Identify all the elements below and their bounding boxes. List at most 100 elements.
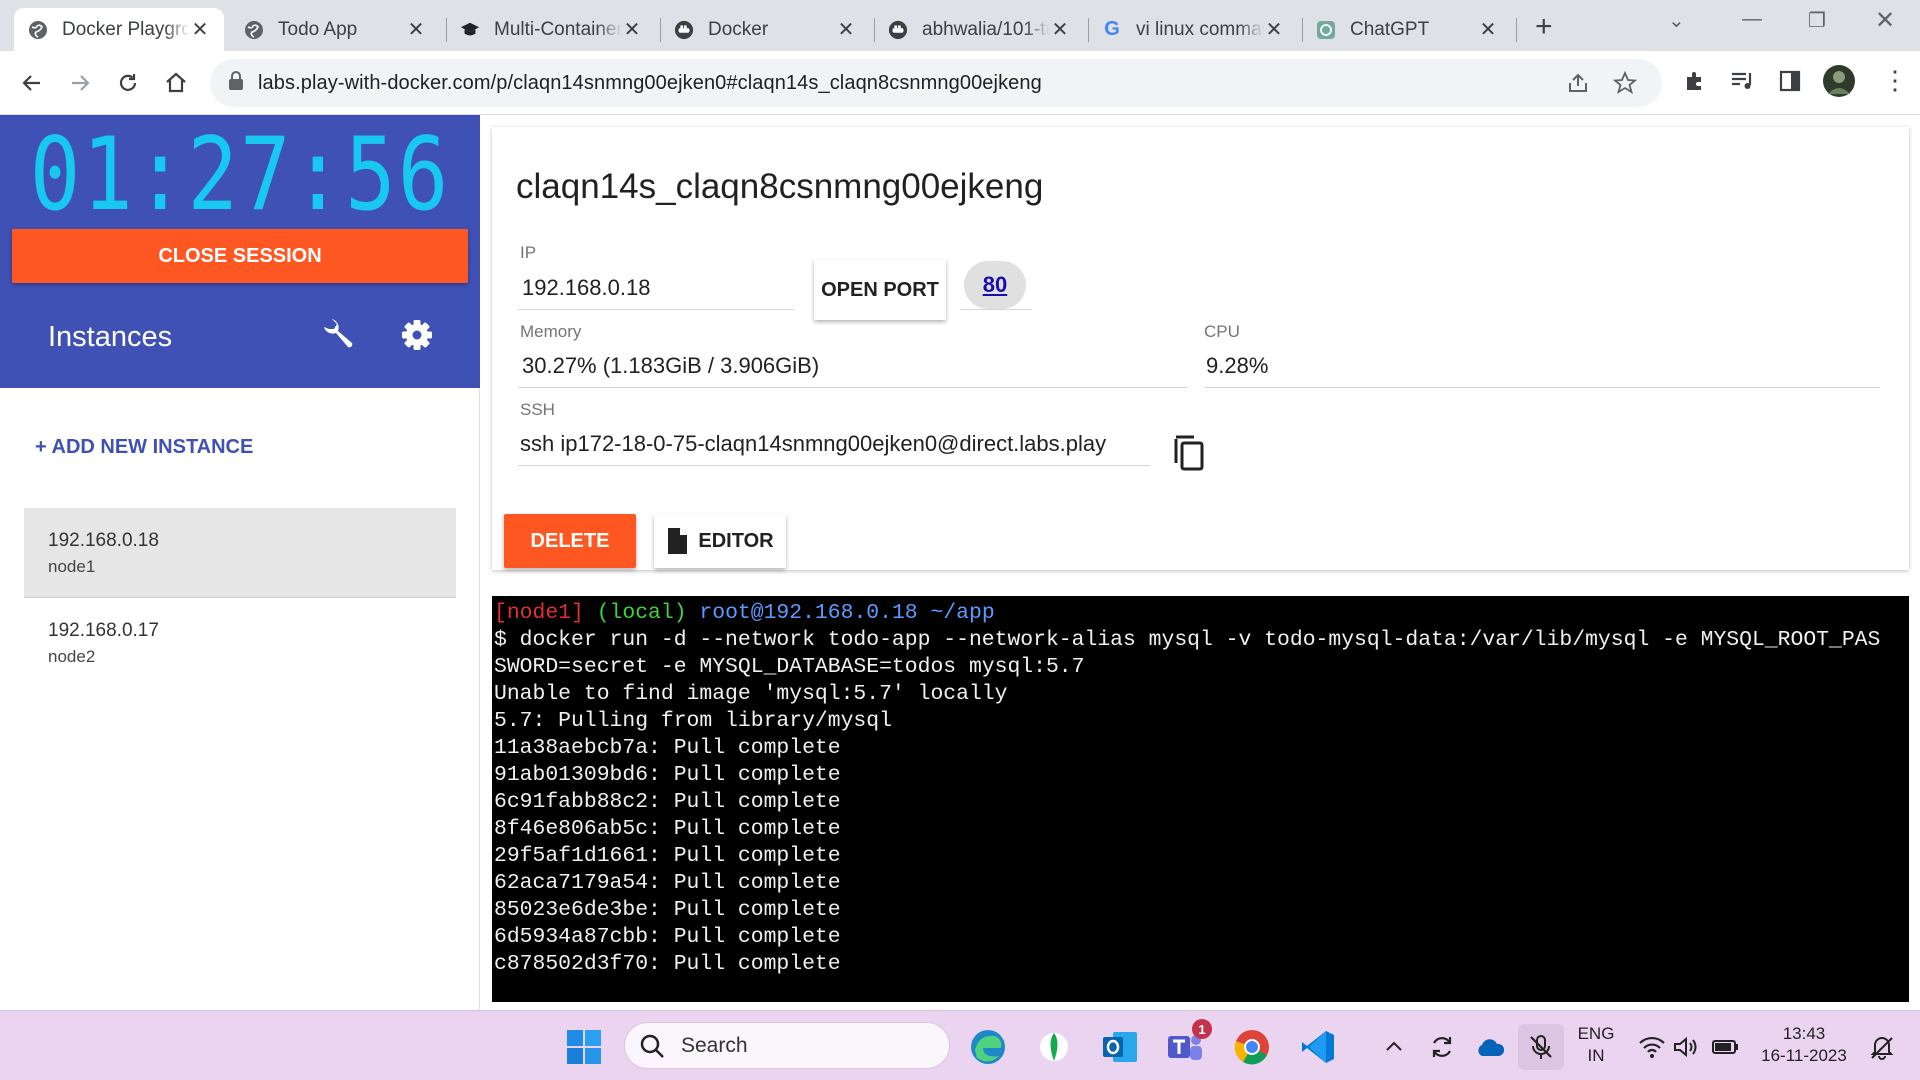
clock-date: 16-11-2023 xyxy=(1761,1046,1847,1065)
language-indicator[interactable]: ENG IN xyxy=(1576,1023,1616,1067)
gear-icon[interactable] xyxy=(397,315,437,355)
new-tab-plus-icon[interactable]: + xyxy=(1535,10,1553,44)
share-icon[interactable] xyxy=(1566,71,1590,101)
teams-notification-badge: 1 xyxy=(1192,1019,1212,1039)
terminal-line: 5.7: Pulling from library/mysql xyxy=(494,709,892,733)
tab-title: vi linux command xyxy=(1136,18,1264,40)
tab-title: ChatGPT xyxy=(1350,18,1430,40)
url-text: labs.play-with-docker.com/p/claqn14snmng… xyxy=(258,71,1042,94)
extensions-puzzle-icon[interactable] xyxy=(1683,69,1707,99)
close-window-icon[interactable]: ✕ xyxy=(1875,6,1895,35)
instance-item-node2[interactable]: 192.168.0.17 node2 xyxy=(24,598,456,688)
tab-title: abhwalia/101-tutorial xyxy=(922,18,1050,40)
mongodb-leaf-icon[interactable] xyxy=(1034,1027,1074,1067)
vscode-icon[interactable] xyxy=(1298,1027,1338,1067)
reload-icon[interactable] xyxy=(110,65,146,101)
prompt-user: root@192.168.0.18 xyxy=(699,601,918,625)
language-code: ENG xyxy=(1577,1024,1615,1043)
system-clock[interactable]: 13:43 16-11-2023 xyxy=(1752,1023,1856,1067)
bookmark-star-icon[interactable] xyxy=(1612,70,1638,101)
tab-multi-container[interactable]: Multi-Container Apps ✕ xyxy=(446,8,656,51)
close-tab-icon[interactable]: ✕ xyxy=(406,17,426,42)
restore-icon[interactable]: ❐ xyxy=(1808,8,1826,33)
tab-todo-app[interactable]: Todo App ✕ xyxy=(230,8,440,51)
memory-label: Memory xyxy=(520,322,582,341)
terminal-line: 85023e6de3be: Pull complete xyxy=(494,898,841,922)
close-tab-icon[interactable]: ✕ xyxy=(1264,17,1284,42)
back-arrow-icon[interactable] xyxy=(14,65,50,101)
browser-tab-strip: Docker Playground ✕ Todo App ✕ Multi-Con… xyxy=(0,0,1920,51)
chrome-icon[interactable] xyxy=(1232,1027,1272,1067)
cpu-underline xyxy=(1204,387,1880,388)
windows-start-icon[interactable] xyxy=(564,1027,604,1067)
terminal-line: 29f5af1d1661: Pull complete xyxy=(494,844,841,868)
outlook-icon[interactable] xyxy=(1100,1027,1140,1067)
address-bar[interactable]: labs.play-with-docker.com/p/claqn14snmng… xyxy=(210,59,1662,107)
terminal-prompt-line: [node1] (local) root@192.168.0.18 ~/app xyxy=(494,600,1907,627)
close-session-button[interactable]: CLOSE SESSION xyxy=(12,229,468,283)
notification-bell-icon[interactable] xyxy=(1862,1027,1902,1067)
browser-menu-icon[interactable]: ⋮ xyxy=(1882,65,1908,96)
ssh-underline xyxy=(518,465,1150,466)
tab-separator xyxy=(1516,18,1517,42)
profile-avatar[interactable] xyxy=(1822,64,1856,104)
forward-arrow-icon[interactable] xyxy=(62,65,98,101)
ssh-command-field[interactable]: ssh ip172-18-0-75-claqn14snmng00ejken0@d… xyxy=(520,431,1106,457)
sync-icon[interactable] xyxy=(1422,1027,1462,1067)
minimize-icon[interactable]: — xyxy=(1742,8,1762,31)
close-tab-icon[interactable]: ✕ xyxy=(190,17,210,42)
side-panel-icon[interactable] xyxy=(1778,69,1802,99)
google-icon: G xyxy=(1104,18,1120,40)
close-tab-icon[interactable]: ✕ xyxy=(1050,17,1070,42)
tab-search-chevron-icon[interactable]: ⌄ xyxy=(1668,8,1685,33)
terminal-line: 6c91fabb88c2: Pull complete xyxy=(494,790,841,814)
cpu-value: 9.28% xyxy=(1206,353,1269,378)
ip-label: IP xyxy=(520,243,537,262)
instance-item-node1[interactable]: 192.168.0.18 node1 xyxy=(24,508,456,598)
docker-icon xyxy=(674,20,694,40)
editor-button[interactable]: EDITOR xyxy=(654,514,786,568)
edge-icon[interactable] xyxy=(968,1027,1008,1067)
chevron-up-icon[interactable] xyxy=(1374,1027,1414,1067)
tab-vi-linux[interactable]: G vi linux command ✕ xyxy=(1088,8,1298,51)
browser-toolbar: labs.play-with-docker.com/p/claqn14snmng… xyxy=(0,51,1920,115)
volume-icon[interactable] xyxy=(1666,1027,1706,1067)
add-new-instance-button[interactable]: + ADD NEW INSTANCE xyxy=(35,436,253,459)
close-tab-icon[interactable]: ✕ xyxy=(1478,17,1498,42)
onedrive-cloud-icon[interactable] xyxy=(1470,1027,1510,1067)
tab-chatgpt[interactable]: ChatGPT ✕ xyxy=(1302,8,1512,51)
close-tab-icon[interactable]: ✕ xyxy=(622,17,642,42)
port-80-link[interactable]: 80 xyxy=(964,261,1026,309)
copy-icon[interactable] xyxy=(1172,433,1206,471)
instance-hostname: claqn14s_claqn8csnmng00ejkeng xyxy=(516,167,1044,206)
terminal-line: Unable to find image 'mysql:5.7' locally xyxy=(494,682,1008,706)
tab-docker[interactable]: Docker ✕ xyxy=(660,8,870,51)
open-port-button[interactable]: OPEN PORT xyxy=(814,260,946,320)
tab-abhwalia[interactable]: abhwalia/101-tutorial ✕ xyxy=(874,8,1084,51)
tab-title: Multi-Container Apps xyxy=(494,18,622,40)
ip-value: 192.168.0.18 xyxy=(522,275,651,300)
editor-label: EDITOR xyxy=(698,529,774,552)
battery-icon[interactable] xyxy=(1706,1027,1746,1067)
cpu-label: CPU xyxy=(1204,322,1240,341)
home-icon[interactable] xyxy=(158,65,194,101)
instances-title: Instances xyxy=(48,321,173,353)
close-tab-icon[interactable]: ✕ xyxy=(836,17,856,42)
search-label: Search xyxy=(681,1033,748,1057)
wrench-icon[interactable] xyxy=(318,315,358,355)
microphone-muted-icon[interactable] xyxy=(1518,1024,1564,1070)
media-queue-icon[interactable] xyxy=(1730,69,1756,99)
region-code: IN xyxy=(1587,1046,1605,1065)
delete-button[interactable]: DELETE xyxy=(504,514,636,568)
terminal-line: 91ab01309bd6: Pull complete xyxy=(494,763,841,787)
terminal[interactable]: [node1] (local) root@192.168.0.18 ~/app $… xyxy=(492,596,1909,1002)
prompt-path: ~/app xyxy=(930,601,995,625)
lock-icon[interactable] xyxy=(228,70,244,96)
sidebar-header: 01:27:56 CLOSE SESSION Instances xyxy=(0,115,480,388)
globe-icon xyxy=(28,20,48,40)
instance-name: node2 xyxy=(48,647,96,666)
taskbar-search-box[interactable]: Search xyxy=(624,1022,950,1069)
clock-time: 13:43 xyxy=(1782,1024,1826,1043)
tab-docker-playground[interactable]: Docker Playground ✕ xyxy=(14,8,224,51)
teams-icon[interactable]: 1 xyxy=(1166,1019,1212,1067)
